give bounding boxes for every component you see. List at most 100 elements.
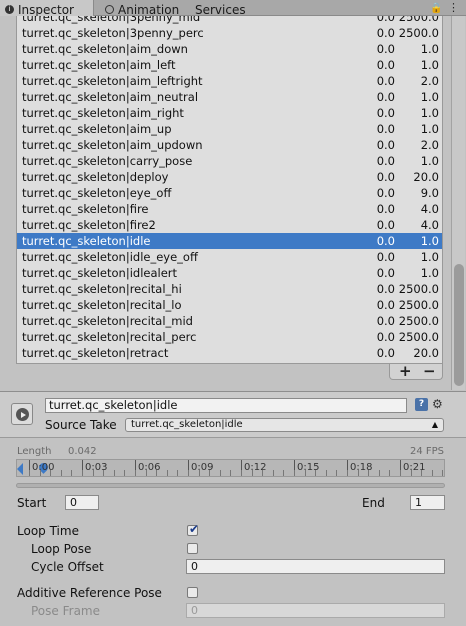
clip-row[interactable]: turret.qc_skeleton|aim_down 0.0 1.0 xyxy=(17,41,442,57)
timeline-scrollbar[interactable] xyxy=(16,483,445,488)
clip-row[interactable]: turret.qc_skeleton|fire2 0.0 4.0 xyxy=(17,217,442,233)
clip-name: turret.qc_skeleton|aim_neutral xyxy=(22,90,199,104)
checkmark-icon: ✔ xyxy=(189,522,200,536)
clip-name: turret.qc_skeleton|recital_mid xyxy=(22,314,193,328)
clip-row[interactable]: turret.qc_skeleton|recital_lo 0.0 2500.0 xyxy=(17,297,442,313)
timeline-minor-tick xyxy=(177,470,179,476)
timeline-minor-tick xyxy=(145,470,147,476)
clip-row[interactable]: turret.qc_skeleton|recital_mid 0.0 2500.0 xyxy=(17,313,442,329)
clip-start: 0.0 xyxy=(376,298,395,312)
loop-time-label: Loop Time xyxy=(17,524,79,538)
source-take-dropdown[interactable]: turret.qc_skeleton|idle ▲︎ xyxy=(125,418,444,432)
clip-start: 0.0 xyxy=(376,74,395,88)
clip-row[interactable]: turret.qc_skeleton|fire 0.0 4.0 xyxy=(17,201,442,217)
timeline-minor-tick xyxy=(219,470,221,476)
gear-icon[interactable]: ⚙ xyxy=(432,397,443,411)
timeline-minor-tick xyxy=(304,470,306,476)
clip-row[interactable]: turret.qc_skeleton|retract 0.0 20.0 xyxy=(17,345,442,361)
clip-name: turret.qc_skeleton|idle xyxy=(22,234,151,248)
clip-name-field[interactable]: turret.qc_skeleton|idle xyxy=(45,398,407,413)
timeline-minor-tick xyxy=(294,470,295,476)
clip-end: 2500.0 xyxy=(398,16,439,24)
clip-name: turret.qc_skeleton|recital_perc xyxy=(22,330,197,344)
loop-pose-checkbox[interactable] xyxy=(187,543,198,554)
list-footer: + − xyxy=(389,363,443,380)
play-clip-button[interactable] xyxy=(11,403,33,425)
clip-row[interactable]: turret.qc_skeleton|3penny_mid 0.0 2500.0 xyxy=(17,16,442,25)
timeline-minor-tick xyxy=(325,470,327,476)
clip-row[interactable]: turret.qc_skeleton|aim_right 0.0 1.0 xyxy=(17,105,442,121)
timeline-minor-tick xyxy=(421,470,423,476)
inspector-scrollbar[interactable] xyxy=(451,16,465,390)
clip-row[interactable]: turret.qc_skeleton|aim_updown 0.0 2.0 xyxy=(17,137,442,153)
clip-start: 0.0 xyxy=(376,266,395,280)
timeline-minor-tick xyxy=(410,470,412,476)
pose-frame-field: 0 xyxy=(186,603,445,618)
clip-row[interactable]: turret.qc_skeleton|3penny_perc 0.0 2500.0 xyxy=(17,25,442,41)
tab-animation[interactable]: Animation xyxy=(100,0,192,17)
clip-end: 9.0 xyxy=(420,186,439,200)
start-label: Start xyxy=(17,496,47,510)
clip-row[interactable]: turret.qc_skeleton|idle 0.0 1.0 xyxy=(17,233,442,249)
clip-name: turret.qc_skeleton|fire xyxy=(22,202,149,216)
clip-start: 0.0 xyxy=(376,42,395,56)
clip-row[interactable]: turret.qc_skeleton|recital_perc 0.0 2500.0 xyxy=(17,329,442,345)
clip-name: turret.qc_skeleton|aim_down xyxy=(22,42,188,56)
clip-end: 1.0 xyxy=(420,106,439,120)
clip-end: 1.0 xyxy=(420,122,439,136)
remove-clip-button[interactable]: − xyxy=(423,363,436,379)
menu-icon[interactable]: ⋮ xyxy=(448,1,459,14)
clip-row[interactable]: turret.qc_skeleton|idlealert 0.0 1.0 xyxy=(17,265,442,281)
clip-row[interactable]: turret.qc_skeleton|aim_leftright 0.0 2.0 xyxy=(17,73,442,89)
clip-name: turret.qc_skeleton|aim_right xyxy=(22,106,184,120)
timeline-minor-tick xyxy=(209,470,211,476)
lock-icon[interactable]: 🔒 xyxy=(430,3,442,14)
start-field[interactable]: 0 xyxy=(65,495,99,510)
tab-inspector[interactable]: i Inspector xyxy=(0,0,94,17)
tab-services[interactable]: Services xyxy=(195,0,265,17)
clip-row[interactable]: turret.qc_skeleton|deploy 0.0 20.0 xyxy=(17,169,442,185)
length-label: Length xyxy=(17,446,52,457)
timeline-minor-tick xyxy=(188,470,189,476)
clip-end: 2.0 xyxy=(420,74,439,88)
timeline-minor-tick xyxy=(135,470,136,476)
clip-row[interactable]: turret.qc_skeleton|carry_pose 0.0 1.0 xyxy=(17,153,442,169)
loop-time-checkbox[interactable]: ✔ xyxy=(187,522,200,536)
timeline-minor-tick xyxy=(389,470,391,476)
clip-end: 20.0 xyxy=(413,170,439,184)
clip-end: 1.0 xyxy=(420,42,439,56)
tab-bar: i Inspector Animation Services 🔒 ⋮ xyxy=(0,0,466,17)
additive-reference-pose-label: Additive Reference Pose xyxy=(17,586,162,600)
clip-row[interactable]: turret.qc_skeleton|aim_left 0.0 1.0 xyxy=(17,57,442,73)
clip-row[interactable]: turret.qc_skeleton|idle_eye_off 0.0 1.0 xyxy=(17,249,442,265)
clip-row[interactable]: turret.qc_skeleton|recital_hi 0.0 2500.0 xyxy=(17,281,442,297)
clip-name: turret.qc_skeleton|3penny_perc xyxy=(22,26,204,40)
clip-end: 1.0 xyxy=(420,58,439,72)
clip-end: 2500.0 xyxy=(398,298,439,312)
clip-end: 2500.0 xyxy=(398,282,439,296)
scrollbar-thumb[interactable] xyxy=(454,264,464,386)
clip-start: 0.0 xyxy=(376,154,395,168)
info-icon: i xyxy=(5,5,14,14)
add-clip-button[interactable]: + xyxy=(399,363,412,379)
help-icon[interactable]: ? xyxy=(415,398,428,411)
clip-name: turret.qc_skeleton|recital_hi xyxy=(22,282,182,296)
clip-start: 0.0 xyxy=(376,202,395,216)
cycle-offset-field[interactable]: 0 xyxy=(186,559,445,574)
end-field[interactable]: 1 xyxy=(410,495,445,510)
clip-row[interactable]: turret.qc_skeleton|aim_up 0.0 1.0 xyxy=(17,121,442,137)
start-marker-icon[interactable] xyxy=(17,463,23,475)
timeline-minor-tick xyxy=(39,470,41,476)
clip-name: turret.qc_skeleton|eye_off xyxy=(22,186,172,200)
clip-start: 0.0 xyxy=(376,90,395,104)
tab-animation-label: Animation xyxy=(118,3,180,17)
clip-start: 0.0 xyxy=(376,138,395,152)
timeline-ruler[interactable]: 0:00 0:03 0:06 0:09 0:12 0:15 0:18 0:21 xyxy=(16,459,445,477)
clip-row[interactable]: turret.qc_skeleton|eye_off 0.0 9.0 xyxy=(17,185,442,201)
clip-row[interactable]: turret.qc_skeleton|aim_neutral 0.0 1.0 xyxy=(17,89,442,105)
timeline-minor-tick xyxy=(230,470,232,476)
clip-name: turret.qc_skeleton|aim_updown xyxy=(22,138,203,152)
additive-reference-pose-checkbox[interactable] xyxy=(187,587,198,598)
clip-start: 0.0 xyxy=(376,218,395,232)
end-label: End xyxy=(362,496,385,510)
